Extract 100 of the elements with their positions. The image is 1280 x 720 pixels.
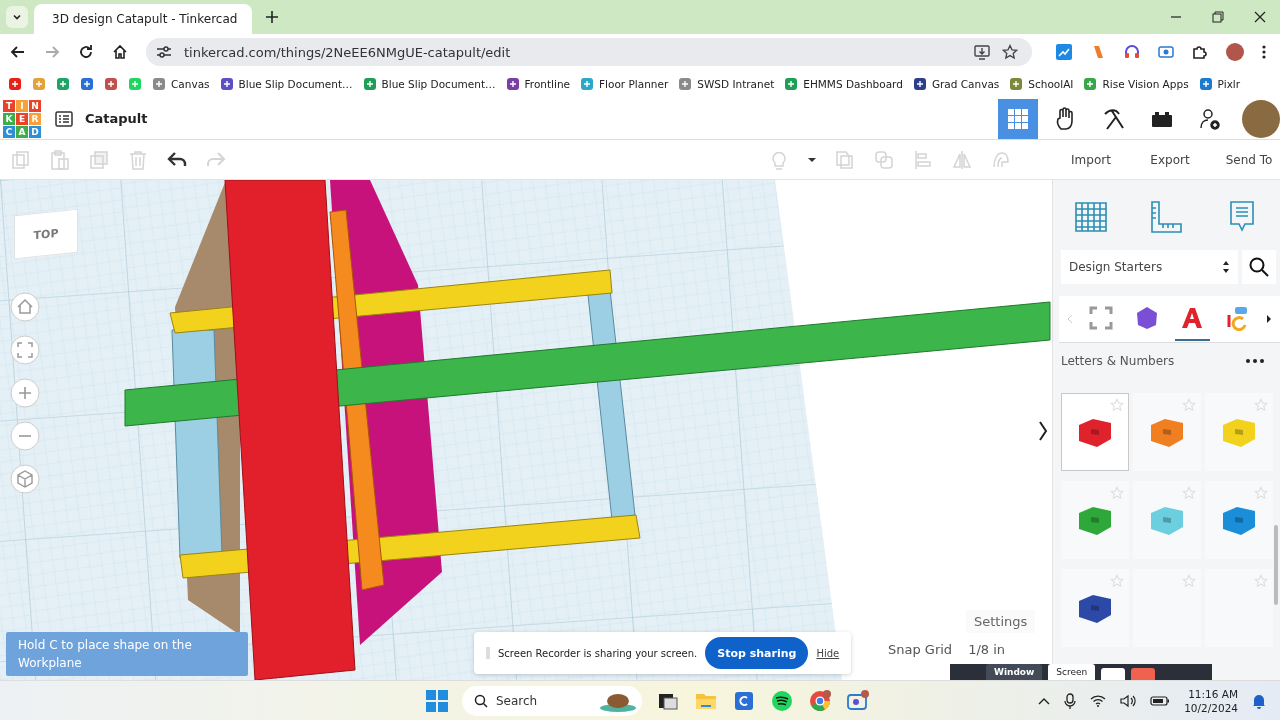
favorite-star-icon[interactable]	[1254, 574, 1268, 588]
tinkercad-logo[interactable]: T I N K E R C A D	[3, 99, 41, 138]
user-avatar[interactable]	[1242, 99, 1280, 138]
favorite-star-icon[interactable]	[1254, 486, 1268, 500]
design-title[interactable]: Catapult	[85, 111, 148, 126]
restore-icon[interactable]	[1212, 11, 1224, 23]
reload-icon[interactable]	[78, 44, 94, 60]
screen-record-icon[interactable]	[1158, 44, 1174, 60]
toolbar-action-button[interactable]: Import	[1060, 152, 1122, 167]
date-text: 10/2/2024	[1184, 701, 1238, 715]
shape-tile[interactable]	[1205, 481, 1273, 559]
grid-icon	[1006, 106, 1030, 131]
bookmark[interactable]: Rise Vision Apps	[1083, 77, 1189, 91]
address-bar[interactable]: tinkercad.com/things/2NeEE6NMgUE-catapult/edit	[146, 38, 1032, 66]
stop-record-button[interactable]	[1131, 668, 1156, 680]
shape-tile[interactable]	[1205, 569, 1273, 647]
upright-block[interactable]	[224, 180, 356, 680]
favorite-star-icon[interactable]	[1182, 574, 1196, 588]
snap-grid-value[interactable]: 1/8 in	[962, 642, 1012, 657]
bookmark[interactable]: Blue Slip Document…	[219, 77, 353, 91]
browser-icon[interactable]	[808, 689, 832, 713]
audio-button[interactable]	[1101, 668, 1126, 680]
shape-tile[interactable]	[1133, 481, 1201, 559]
bookmark-icon[interactable]	[104, 77, 118, 91]
ruler-icon[interactable]	[1148, 199, 1185, 235]
toolbar-action-button[interactable]: Send To	[1218, 152, 1280, 167]
bookmark[interactable]: Canvas	[152, 77, 210, 91]
favorite-star-icon[interactable]	[1110, 398, 1124, 412]
menu-icon[interactable]	[1262, 44, 1266, 60]
favorite-star-icon[interactable]	[1110, 574, 1124, 588]
taskbar-search-field[interactable]: Search	[462, 686, 642, 716]
site-settings-icon[interactable]	[156, 45, 172, 59]
shape-tile[interactable]	[1133, 569, 1201, 647]
collapse-panel-icon[interactable]	[1038, 420, 1048, 442]
speaker-icon[interactable]	[1120, 694, 1137, 708]
bookmark-icon[interactable]	[8, 77, 22, 91]
headphones-icon[interactable]	[1124, 44, 1140, 60]
c-app-icon[interactable]	[732, 689, 756, 713]
library-select[interactable]: Design Starters	[1061, 250, 1238, 284]
back-icon[interactable]	[10, 44, 26, 60]
puzzle-icon[interactable]	[1192, 44, 1208, 60]
bookmark[interactable]: Blue Slip Document…	[362, 77, 496, 91]
clock[interactable]: 11:16 AM 10/2/2024	[1184, 687, 1238, 715]
stop-sharing-button[interactable]: Stop sharing	[705, 637, 809, 669]
window-capture-button[interactable]: Window	[986, 664, 1043, 680]
section-title: Letters & Numbers	[1061, 354, 1175, 368]
zoom-in-icon[interactable]	[10, 378, 40, 408]
hide-link[interactable]: Hide	[816, 647, 840, 659]
search-button[interactable]	[1242, 250, 1276, 284]
bookmark[interactable]: EHMMS Dashboard	[784, 77, 903, 91]
shape-tile[interactable]	[1061, 569, 1129, 647]
battery-icon[interactable]	[1150, 696, 1171, 706]
new-tab-icon[interactable]	[266, 11, 278, 23]
bookmark[interactable]: SchoolAI	[1009, 77, 1074, 91]
bookmark[interactable]: Pixlr	[1198, 77, 1241, 91]
screen-capture-button[interactable]: Screen	[1048, 664, 1096, 680]
cylinder-shape[interactable]	[329, 209, 385, 591]
favorite-star-icon[interactable]	[1182, 398, 1196, 412]
camera-icon[interactable]	[846, 689, 870, 713]
favorite-star-icon[interactable]	[1110, 486, 1124, 500]
bookmark[interactable]: Floor Planner	[580, 77, 669, 91]
shape-tile[interactable]	[1061, 481, 1129, 559]
more-options-icon[interactable]	[1246, 359, 1264, 363]
bookmark-icon[interactable]	[32, 77, 46, 91]
profile-avatar[interactable]	[1226, 43, 1244, 61]
shape-tile[interactable]	[1205, 393, 1273, 471]
shape-tile[interactable]	[1061, 393, 1129, 471]
favorite-star-icon[interactable]	[1182, 486, 1196, 500]
browser-tab[interactable]: 3D design Catapult - Tinkercad	[34, 4, 252, 34]
arm-beam[interactable]	[124, 301, 1051, 427]
drag-handle-icon[interactable]	[486, 646, 490, 660]
bookmark-icon[interactable]	[56, 77, 70, 91]
zoom-out-icon[interactable]	[10, 421, 40, 451]
bookmark[interactable]: Frontline	[505, 77, 571, 91]
perspective-icon[interactable]	[10, 464, 40, 494]
bookmark[interactable]: SWSD Intranet	[678, 77, 775, 91]
microphone-icon[interactable]	[1064, 693, 1077, 709]
settings-button[interactable]: Settings	[966, 610, 1036, 633]
snap-grid-label: Snap Grid	[888, 642, 953, 657]
scroll-right-icon[interactable]	[1266, 314, 1272, 324]
wifi-icon[interactable]	[1090, 695, 1107, 707]
bookmark[interactable]: Grad Canvas	[912, 77, 1000, 91]
home-view-icon[interactable]	[10, 292, 40, 322]
notification-bell-icon[interactable]	[1252, 693, 1266, 709]
bookmark-icon[interactable]	[80, 77, 94, 91]
tab-menu-button[interactable]	[6, 6, 28, 28]
extension-icon[interactable]	[1056, 44, 1072, 60]
star-icon[interactable]	[1002, 44, 1018, 60]
home-icon[interactable]	[112, 44, 128, 60]
3d-view-button[interactable]	[998, 98, 1038, 139]
install-app-icon[interactable]	[974, 44, 990, 60]
chevron-up-icon[interactable]	[1038, 697, 1051, 705]
shape-tile[interactable]	[1133, 393, 1201, 471]
favorite-star-icon[interactable]	[1254, 398, 1268, 412]
design-list-icon[interactable]	[55, 110, 73, 127]
spotify-icon[interactable]	[770, 689, 794, 713]
toolbar-action-button[interactable]: Export	[1139, 152, 1201, 167]
workplane-icon[interactable]	[1072, 199, 1109, 235]
windows-start-icon[interactable]	[426, 690, 448, 712]
close-icon[interactable]	[1254, 11, 1266, 23]
